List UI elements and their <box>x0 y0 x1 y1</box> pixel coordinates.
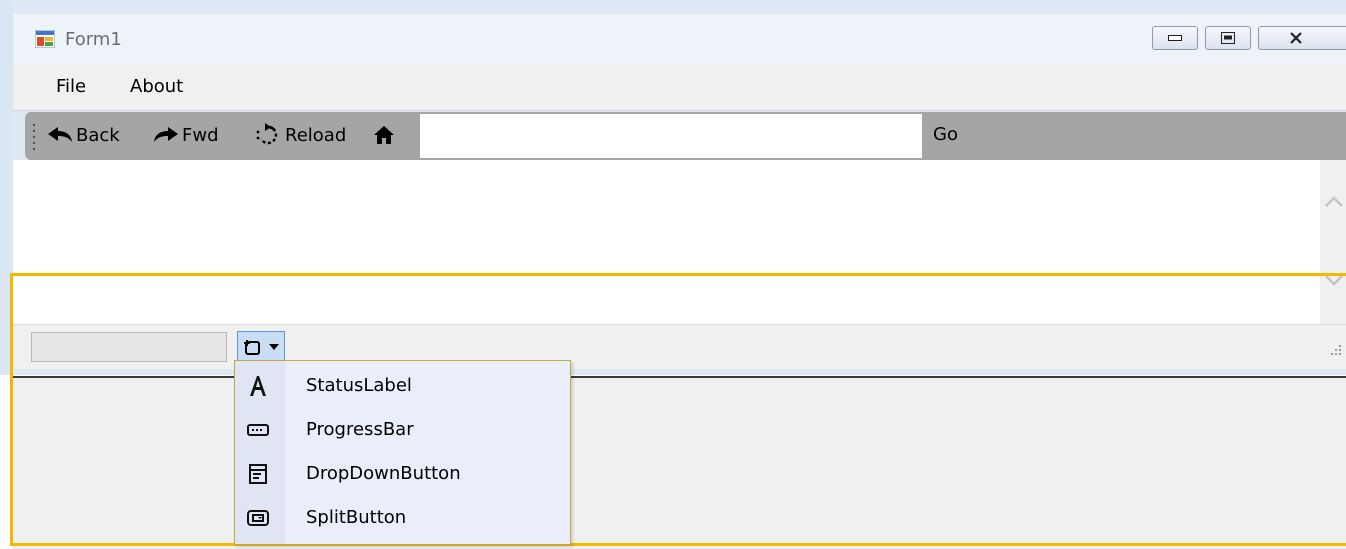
reload-button[interactable]: Reload <box>254 122 346 148</box>
forward-arrow-icon <box>154 127 178 142</box>
window-frame-edge <box>0 0 13 375</box>
dropdown-item-dropdownbutton[interactable]: DropDownButton <box>235 452 570 496</box>
resize-grip-icon[interactable] <box>1325 343 1343 361</box>
navigation-toolbar: Back Fwd Reload Go <box>25 112 1346 160</box>
chevron-down-icon <box>269 344 279 350</box>
status-strip-item[interactable] <box>31 332 227 362</box>
designer-canvas: Form1 File About Back Fwd Reload Go Stat… <box>0 0 1346 549</box>
reload-icon <box>256 123 278 145</box>
window-title: Form1 <box>65 29 122 50</box>
dropdown-button-icon <box>245 462 271 486</box>
split-button-icon <box>245 506 271 530</box>
maximize-icon <box>1221 32 1235 44</box>
minimize-button[interactable] <box>1152 26 1198 50</box>
dropdown-item-progressbar[interactable]: ProgressBar <box>235 408 570 452</box>
back-button[interactable]: Back <box>47 122 120 148</box>
web-browser-view[interactable] <box>13 160 1320 324</box>
vertical-scrollbar[interactable] <box>1320 160 1346 324</box>
add-item-dropdown-menu: StatusLabel ProgressBar DropDownButton S… <box>234 360 571 545</box>
form-icon <box>35 30 55 48</box>
dropdown-item-label: DropDownButton <box>306 463 461 484</box>
menu-about[interactable]: About <box>130 76 183 97</box>
dropdown-item-label: StatusLabel <box>306 375 412 396</box>
menu-file[interactable]: File <box>56 76 86 97</box>
dropdown-item-label: SplitButton <box>306 507 407 528</box>
home-icon <box>374 126 394 144</box>
dropdown-item-statuslabel[interactable]: StatusLabel <box>235 364 570 408</box>
minimize-icon <box>1168 35 1182 41</box>
add-status-item-button[interactable] <box>237 331 285 363</box>
reload-label: Reload <box>285 124 347 146</box>
maximize-button[interactable] <box>1205 26 1251 50</box>
status-label-icon <box>245 374 271 398</box>
scroll-down-icon[interactable] <box>1324 274 1344 286</box>
dropdown-item-splitbutton[interactable]: SplitButton <box>235 496 570 540</box>
url-input[interactable] <box>420 114 922 158</box>
progress-bar-icon <box>245 418 271 442</box>
menu-bar: File About <box>13 64 1346 111</box>
add-statusstrip-item-icon <box>244 340 260 355</box>
back-label: Back <box>76 124 120 146</box>
go-button[interactable]: Go <box>933 124 958 145</box>
close-button[interactable] <box>1258 26 1346 50</box>
scroll-up-icon[interactable] <box>1324 196 1344 208</box>
home-button[interactable] <box>373 122 398 148</box>
title-bar[interactable]: Form1 <box>13 14 1346 64</box>
component-tray[interactable] <box>13 378 1346 549</box>
dropdown-item-label: ProgressBar <box>306 419 414 440</box>
close-icon <box>1290 32 1302 44</box>
forward-label: Fwd <box>182 124 219 146</box>
status-strip[interactable] <box>13 324 1346 369</box>
toolbar-grip-icon[interactable] <box>32 122 36 150</box>
back-arrow-icon <box>48 127 72 142</box>
forward-button[interactable]: Fwd <box>153 122 219 148</box>
